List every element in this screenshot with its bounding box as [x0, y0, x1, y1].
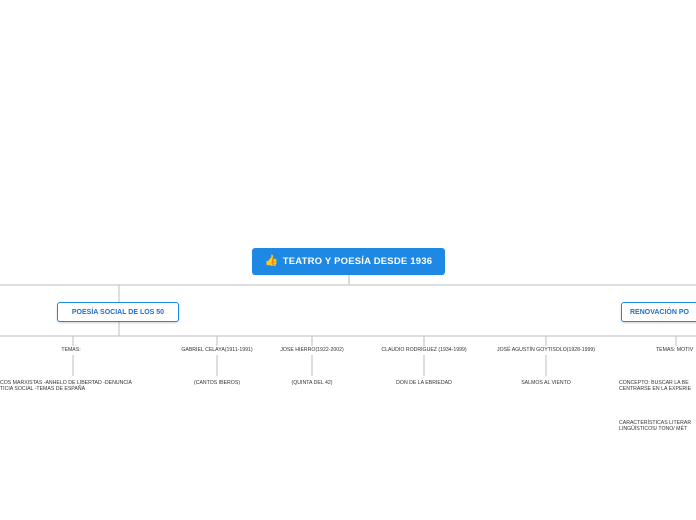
topic-celaya-label[interactable]: GABRIEL CELAYA(1911-1991)	[181, 347, 252, 353]
detail-line: TICIA SOCIAL -TEMAS DE ESPAÑA	[0, 386, 86, 393]
topic-temas-label[interactable]: TEMAS:	[61, 347, 80, 353]
detail-line: CENTRARSE EN LA EXPERIE	[619, 386, 692, 393]
topic-celaya-detail[interactable]: (CANTOS IBEROS)	[194, 380, 240, 386]
branch-title: RENOVACIÓN PO	[630, 308, 689, 316]
branch-poesia-social[interactable]: POESÍA SOCIAL DE LOS 50	[57, 302, 179, 322]
root-topic[interactable]: 👍 TEATRO Y POESÍA DESDE 1936	[252, 248, 445, 275]
topic-goytisolo-label[interactable]: JOSÉ AGUSTÍN GOYTISOLO(1928-1999)	[497, 347, 595, 353]
branch-renovacion-poetica[interactable]: RENOVACIÓN PO	[621, 302, 696, 322]
thumbs-up-icon: 👍	[264, 255, 279, 267]
topic-hierro-detail[interactable]: (QUINTA DEL 42)	[292, 380, 333, 386]
detail-line: LINGÜÍSTICOS/ TONO/ MÉT	[619, 426, 688, 433]
root-title: TEATRO Y POESÍA DESDE 1936	[282, 256, 433, 267]
topic-temas-detail[interactable]: COS MARXISTAS -ANHELO DE LIBERTAD -DENUN…	[0, 380, 132, 392]
topic-concepto-detail[interactable]: CONCEPTO: BUSCAR LA BE CENTRARSE EN LA E…	[619, 380, 691, 392]
topic-rodriguez-label[interactable]: CLAUDIO RODRÍGUEZ (1934-1999)	[381, 347, 466, 353]
topic-caracteristicas-detail[interactable]: CARACTERÍSTICAS LITERAR LINGÜÍSTICOS/ TO…	[619, 420, 691, 432]
topic-temas-motiv-label[interactable]: TEMAS: MOTIV	[656, 347, 693, 353]
topic-hierro-label[interactable]: JOSE HIERRO(1922-2002)	[280, 347, 343, 353]
topic-rodriguez-detail[interactable]: DON DE LA EBRIEDAD	[396, 380, 452, 386]
topic-goytisolo-detail[interactable]: SALMOS AL VIENTO	[521, 380, 571, 386]
branch-title: POESÍA SOCIAL DE LOS 50	[71, 308, 165, 316]
